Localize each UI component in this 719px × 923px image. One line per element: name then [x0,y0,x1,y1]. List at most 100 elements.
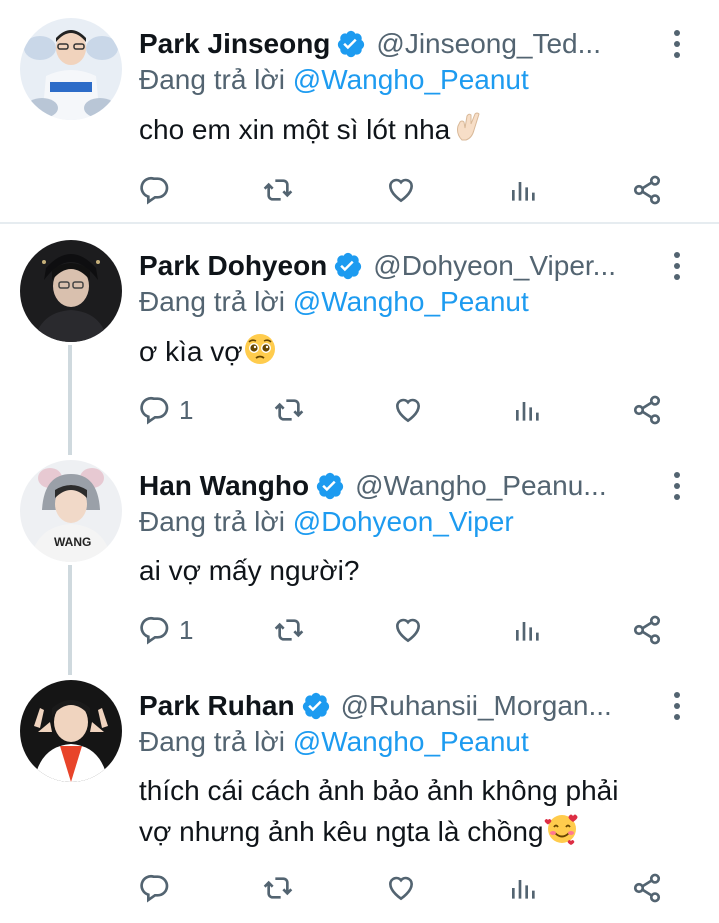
reply-prefix: Đang trả lời [139,506,285,537]
handle[interactable]: @Ruhansii_Morgan... [341,690,689,722]
analytics-icon [512,182,535,201]
handle[interactable]: @Wangho_Peanu... [355,470,689,502]
reply-count: 1 [179,394,194,425]
verified-badge-icon [338,30,365,58]
tweet-text-content: ơ kìa vợ [139,336,243,367]
like-button[interactable] [392,394,432,426]
replying-to: Đang trả lời @Wangho_Peanut [139,286,529,318]
tweet-text-line-2: vợ nhưng ảnh kêu ngta là chồng [139,810,699,851]
like-button[interactable] [385,174,425,206]
analytics-icon [515,622,539,641]
share-icon [633,175,661,205]
reply-button[interactable] [139,174,179,206]
display-name[interactable]: Park Jinseong [139,28,330,60]
more-options-icon[interactable] [673,30,681,58]
replying-to: Đang trả lời @Dohyeon_Viper [139,506,514,538]
mention-link[interactable]: @Wangho_Peanut [293,64,529,95]
tweet[interactable]: Park Ruhan @Ruhansii_Morgan... Đang trả … [0,662,719,923]
tweet-header: Park Jinseong @Jinseong_Ted... [139,24,689,64]
replying-to: Đang trả lời @Wangho_Peanut [139,726,529,758]
heart-icon [388,178,414,203]
avatar[interactable] [20,240,122,342]
tweet-text: ai vợ mấy người? [139,552,699,590]
mention-link[interactable]: @Wangho_Peanut [293,286,529,317]
share-button[interactable] [631,174,671,206]
mention-link[interactable]: @Dohyeon_Viper [293,506,514,537]
tweet-text: thích cái cách ảnh bảo ảnh không phải vợ… [139,772,699,851]
avatar[interactable] [20,18,122,120]
tweet-text-content: ai vợ mấy người? [139,555,360,586]
pleading-face-emoji-icon [244,334,275,364]
heart-icon [396,398,421,423]
reply-count: 1 [179,614,194,645]
retweet-icon [274,619,304,641]
verified-badge-icon [335,252,362,280]
retweet-button[interactable] [262,872,302,904]
tweet-header: Park Dohyeon @Dohyeon_Viper... [139,246,689,286]
share-icon [633,395,661,425]
reply-prefix: Đang trả lời [139,64,285,95]
like-button[interactable] [392,614,432,646]
reply-icon [140,396,169,425]
tweet-actions [139,868,671,908]
more-options-icon[interactable] [673,252,681,280]
tweet-text-content: cho em xin một sì lót nha [139,114,451,145]
tweet-text-line: vợ nhưng ảnh kêu ngta là chồng [139,816,544,847]
more-options-icon[interactable] [673,472,681,500]
tweet-header: Han Wangho @Wangho_Peanu... [139,466,689,506]
handle[interactable]: @Dohyeon_Viper... [373,250,689,282]
retweet-icon [263,179,293,201]
tweet-text: cho em xin một sì lót nha [139,110,699,149]
verified-badge-icon [302,692,329,720]
tweet[interactable]: Park Jinseong @Jinseong_Ted... Đang trả … [0,0,719,222]
views-button[interactable] [508,174,548,206]
reply-icon [140,874,169,903]
retweet-button[interactable] [273,394,313,426]
smiling-face-with-hearts-emoji-icon [544,814,578,845]
share-button[interactable] [631,394,671,426]
mention-link[interactable]: @Wangho_Peanut [293,726,529,757]
reply-icon [140,616,169,645]
reply-feed: Park Jinseong @Jinseong_Ted... Đang trả … [0,0,719,923]
retweet-button[interactable] [273,614,313,646]
views-button[interactable] [512,394,552,426]
display-name[interactable]: Han Wangho [139,470,309,502]
share-icon [633,873,661,903]
verified-badge-icon [316,472,344,500]
views-button[interactable] [512,614,552,646]
reply-button[interactable]: 1 [139,614,193,646]
tweet[interactable]: Park Dohyeon @Dohyeon_Viper... Đang trả … [0,222,719,442]
like-button[interactable] [385,872,425,904]
share-button[interactable] [631,614,671,646]
tweet-actions: 1 [139,610,671,650]
reply-icon [140,176,169,205]
replying-to: Đang trả lời @Wangho_Peanut [139,64,529,96]
tweet-actions: 1 [139,390,671,430]
avatar[interactable]: WANG [20,460,122,562]
display-name[interactable]: Park Dohyeon [139,250,327,282]
retweet-button[interactable] [262,174,302,206]
reply-prefix: Đang trả lời [139,726,285,757]
more-options-icon[interactable] [673,692,681,720]
share-button[interactable] [631,872,671,904]
avatar[interactable] [20,680,122,782]
tweet-actions [139,170,671,210]
heart-icon [388,876,414,901]
reply-button[interactable]: 1 [139,394,193,426]
views-button[interactable] [508,872,548,904]
analytics-icon [515,402,539,421]
retweet-icon [274,399,304,421]
analytics-icon [512,880,535,899]
heart-icon [396,618,421,643]
handle[interactable]: @Jinseong_Ted... [376,28,689,60]
share-icon [633,615,661,645]
tweet-header: Park Ruhan @Ruhansii_Morgan... [139,686,689,726]
display-name[interactable]: Park Ruhan [139,690,295,722]
reply-button[interactable] [139,872,179,904]
tweet-text: ơ kìa vợ [139,332,699,371]
reply-prefix: Đang trả lời [139,286,285,317]
tweet-text-line: thích cái cách ảnh bảo ảnh không phải [139,775,619,806]
retweet-icon [263,877,293,899]
tweet[interactable]: WANG Han Wangho @Wangho_Peanu... Đang tr… [0,442,719,662]
svg-text:WANG: WANG [54,535,91,549]
